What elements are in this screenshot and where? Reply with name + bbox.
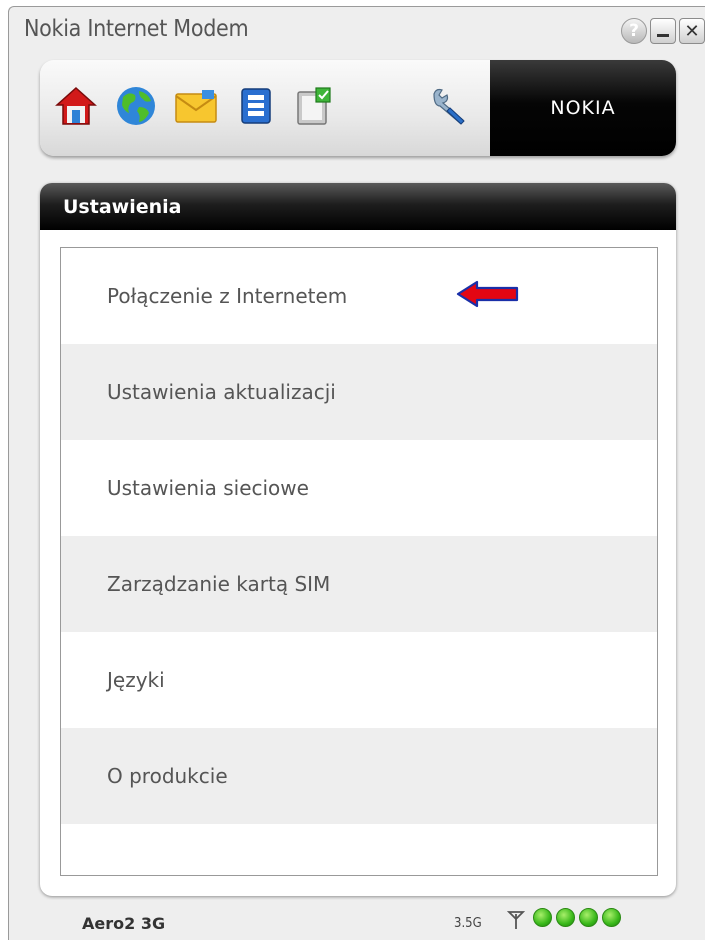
signal-strength [533,908,621,927]
settings-list: Połączenie z Internetem Ustawienia aktua… [60,247,658,876]
pointer-arrow-icon [456,280,519,308]
list-item-sim-management[interactable]: Zarządzanie kartą SIM [61,536,657,632]
antenna-icon [507,911,525,929]
status-bar: Aero2 3G 3.5G [0,900,705,939]
close-icon: ✕ [684,20,700,42]
list-item-languages[interactable]: Języki [61,632,657,728]
wrench-icon [433,88,465,125]
main-toolbar: NOKIA [40,60,676,156]
messages-button[interactable] [172,82,220,130]
contacts-button[interactable] [232,82,280,130]
list-item-update-settings[interactable]: Ustawienia aktualizacji [61,344,657,440]
minimize-button[interactable] [650,18,676,44]
signal-dot [579,908,598,927]
contacts-icon [241,88,271,124]
notepad-icon [297,87,331,125]
list-item-about[interactable]: O produkcie [61,728,657,824]
signal-dot [556,908,575,927]
settings-panel: Ustawienia Połączenie z Internetem Ustaw… [40,183,676,896]
settings-button[interactable] [424,82,472,130]
home-button[interactable] [52,82,100,130]
close-button[interactable]: ✕ [679,18,705,44]
home-icon [55,86,97,125]
network-technology: 3.5G [454,916,482,931]
panel-title: Ustawienia [40,183,676,230]
window-controls: ? ✕ [621,18,705,44]
signal-dot [602,908,621,927]
network-name: Aero2 3G [82,914,166,933]
notepad-button[interactable] [290,82,338,130]
help-button[interactable]: ? [621,18,647,44]
mail-icon [175,90,217,123]
minimize-icon [657,33,669,37]
signal-dot [533,908,552,927]
globe-icon [117,87,155,125]
nokia-logo: NOKIA [490,60,676,156]
window-title: Nokia Internet Modem [24,16,249,42]
internet-button[interactable] [112,82,160,130]
help-icon: ? [629,21,639,41]
list-item-internet-connection[interactable]: Połączenie z Internetem [61,248,657,344]
list-item-network-settings[interactable]: Ustawienia sieciowe [61,440,657,536]
